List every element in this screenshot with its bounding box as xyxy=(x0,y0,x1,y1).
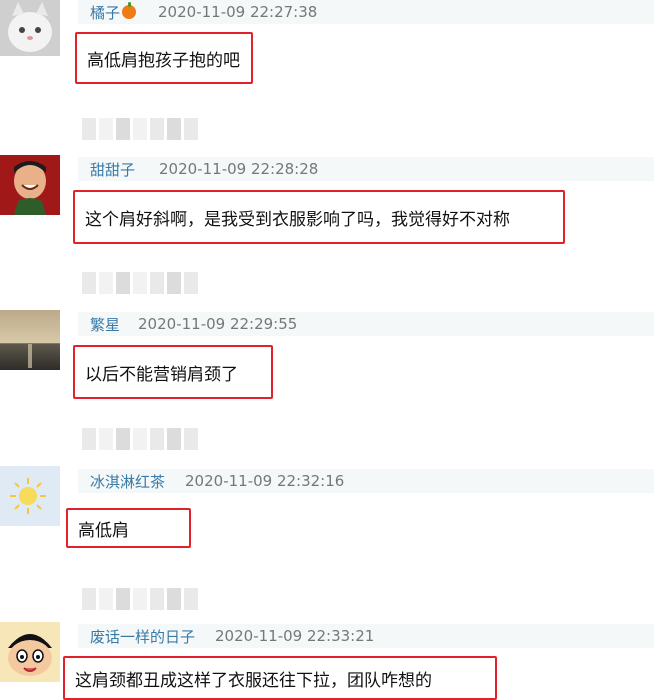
timestamp: 2020-11-09 22:27:38 xyxy=(158,3,318,21)
comment-text: 这肩颈都丑成这样了衣服还往下拉，团队咋想的 xyxy=(63,656,497,700)
comment-text: 以后不能营销肩颈了 xyxy=(73,345,273,399)
comment-header: 冰淇淋红茶 2020-11-09 22:32:16 xyxy=(78,469,654,493)
comment-header: 甜甜子 2020-11-09 22:28:28 xyxy=(78,157,654,181)
timestamp: 2020-11-09 22:33:21 xyxy=(215,627,375,645)
username[interactable]: 冰淇淋红茶 xyxy=(90,471,165,492)
comment-header: 废话一样的日子 2020-11-09 22:33:21 xyxy=(78,624,654,648)
avatar[interactable] xyxy=(0,0,60,56)
avatar[interactable] xyxy=(0,155,60,215)
blurred-action-bar xyxy=(82,118,198,140)
blurred-action-bar xyxy=(82,272,198,294)
username[interactable]: 橘子 xyxy=(90,2,120,23)
comment-text: 高低肩 xyxy=(66,508,191,548)
comment-header: 橘子 2020-11-09 22:27:38 xyxy=(78,0,654,24)
avatar[interactable] xyxy=(0,622,60,682)
comment-text: 高低肩抱孩子抱的吧 xyxy=(75,32,253,84)
blurred-action-bar xyxy=(82,428,198,450)
blurred-action-bar xyxy=(82,588,198,610)
comment-header: 繁星 2020-11-09 22:29:55 xyxy=(78,312,654,336)
timestamp: 2020-11-09 22:29:55 xyxy=(138,315,298,333)
timestamp: 2020-11-09 22:32:16 xyxy=(185,472,345,490)
username[interactable]: 甜甜子 xyxy=(90,159,135,180)
username[interactable]: 繁星 xyxy=(90,314,120,335)
comment-text: 这个肩好斜啊，是我受到衣服影响了吗，我觉得好不对称 xyxy=(73,190,565,244)
timestamp: 2020-11-09 22:28:28 xyxy=(159,160,319,178)
avatar[interactable] xyxy=(0,310,60,370)
avatar[interactable] xyxy=(0,466,60,526)
username[interactable]: 废话一样的日子 xyxy=(90,626,195,647)
orange-icon xyxy=(122,2,137,19)
